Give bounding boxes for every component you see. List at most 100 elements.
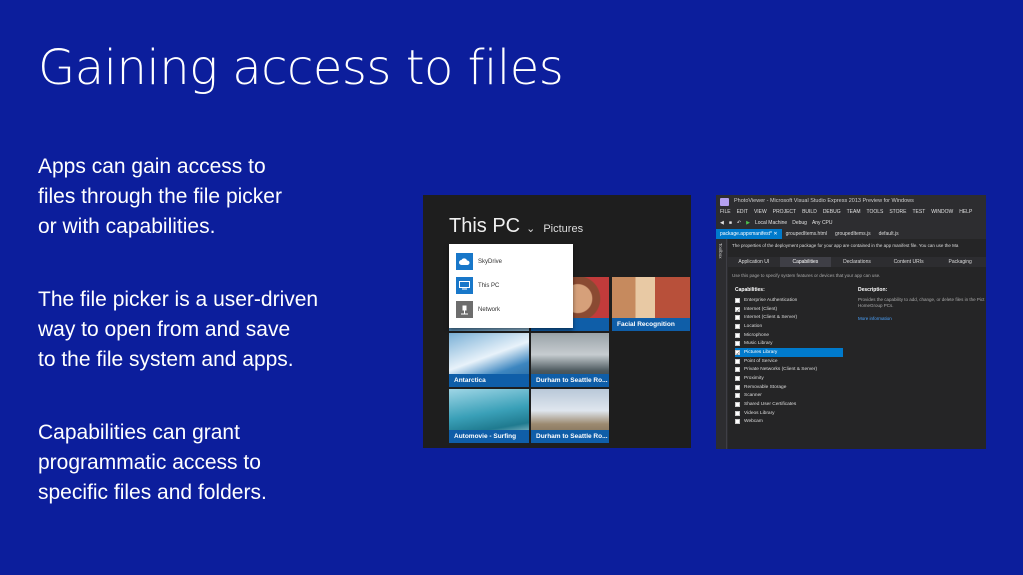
tab-package-appxmanifest[interactable]: package.appxmanifest* ✕ (716, 229, 782, 239)
tile-caption: Durham to Seattle Ro... (531, 374, 609, 387)
capability-item[interactable]: Location (735, 322, 843, 331)
capabilities-header: Capabilities: (735, 287, 765, 293)
platform-dropdown[interactable]: Any CPU (812, 220, 833, 226)
checkbox-checked[interactable]: ✓ (735, 349, 740, 356)
paragraph-line: or with capabilities. (38, 215, 216, 238)
capability-item[interactable]: Shared User Certificates (735, 400, 843, 409)
tab-declarations[interactable]: Declarations (831, 257, 883, 267)
vs-toolbar: ◀ ■ ↶ ▶ Local Machine Debug Any CPU (716, 218, 986, 228)
checkbox-unchecked[interactable] (735, 358, 740, 364)
capability-item[interactable]: Private Networks (Client & Server) (735, 366, 843, 375)
capability-item[interactable]: Point of Service (735, 357, 843, 366)
tab-content-uris[interactable]: Content URIs (883, 257, 935, 267)
menu-window[interactable]: WINDOW (931, 209, 953, 218)
run-target-dropdown[interactable]: Local Machine (755, 220, 787, 226)
tile-caption: Durham to Seattle Ro... (531, 430, 609, 443)
vs-menubar: FILE EDIT VIEW PROJECT BUILD DEBUG TEAM … (716, 209, 986, 218)
location-item-this-pc[interactable]: This PC (456, 277, 499, 294)
menu-test[interactable]: TEST (912, 209, 925, 218)
capability-label: Enterprise Authentication (744, 297, 798, 303)
configuration-dropdown[interactable]: Debug (792, 220, 807, 226)
tab-application-ui[interactable]: Application UI (728, 257, 780, 267)
save-icon[interactable]: ■ (729, 220, 732, 226)
menu-file[interactable]: FILE (720, 209, 731, 218)
menu-debug[interactable]: DEBUG (823, 209, 841, 218)
capability-item[interactable]: Internet (Client & Server) (735, 313, 843, 322)
tile-caption: Antarctica (449, 374, 529, 387)
checkbox-unchecked[interactable] (735, 323, 740, 329)
checkbox-unchecked[interactable] (735, 384, 740, 390)
menu-store[interactable]: STORE (889, 209, 906, 218)
tab-default-js[interactable]: default.js (875, 229, 903, 239)
capability-label: Location (744, 323, 763, 329)
capability-item[interactable]: Proximity (735, 374, 843, 383)
toolbox-strip[interactable] (716, 239, 727, 449)
location-label: Network (478, 306, 501, 313)
checkbox-unchecked[interactable] (735, 402, 740, 408)
menu-build[interactable]: BUILD (802, 209, 817, 218)
capability-item[interactable]: Microphone (735, 331, 843, 340)
checkbox-unchecked[interactable] (735, 419, 740, 425)
capability-item[interactable]: ✓ Internet (Client) (735, 305, 843, 314)
capabilities-list: Enterprise Authentication ✓ Internet (Clie… (735, 296, 843, 426)
checkbox-unchecked[interactable] (735, 332, 740, 338)
menu-tools[interactable]: TOOLS (866, 209, 883, 218)
checkbox-checked[interactable]: ✓ (735, 306, 740, 313)
picker-header[interactable]: This PC ⌄ Pictures (449, 215, 583, 238)
computer-icon (456, 277, 473, 294)
checkbox-unchecked[interactable] (735, 410, 740, 416)
undo-icon[interactable]: ↶ (737, 220, 741, 226)
close-icon[interactable]: ✕ (773, 231, 777, 237)
paragraph-capabilities: Capabilities can grant programmatic acce… (38, 418, 383, 508)
checkbox-unchecked[interactable] (735, 393, 740, 399)
toolbox-label[interactable]: Toolbox (718, 243, 723, 259)
menu-help[interactable]: HELP (959, 209, 972, 218)
checkbox-unchecked[interactable] (735, 376, 740, 382)
capability-item[interactable]: Scanner (735, 392, 843, 401)
menu-view[interactable]: VIEW (754, 209, 767, 218)
capability-label: Pictures Library (744, 349, 778, 355)
menu-team[interactable]: TEAM (847, 209, 861, 218)
picker-tile[interactable]: Automovie - Surfing (449, 389, 529, 443)
tab-groupeditems-js[interactable]: groupedItems.js (831, 229, 875, 239)
back-icon[interactable]: ◀ (720, 220, 724, 226)
checkbox-unchecked[interactable] (735, 315, 740, 321)
capability-label: Point of Service (744, 358, 778, 364)
capability-item[interactable]: Enterprise Authentication (735, 296, 843, 305)
checkbox-unchecked[interactable] (735, 367, 740, 373)
play-icon[interactable]: ▶ (746, 220, 750, 226)
tab-groupeditems-html[interactable]: groupedItems.html (782, 229, 831, 239)
capability-item[interactable]: Removable Storage (735, 383, 843, 392)
tab-packaging[interactable]: Packaging (934, 257, 986, 267)
network-icon (456, 301, 473, 318)
capability-label: Removable Storage (744, 384, 787, 390)
picker-tile[interactable]: Antarctica (449, 333, 529, 387)
location-dropdown: SkyDrive This PC Network (449, 244, 573, 328)
manifest-designer: The properties of the deployment package… (728, 239, 986, 449)
paragraph-line: specific files and folders. (38, 481, 267, 504)
capability-item[interactable]: Videos Library (735, 409, 843, 418)
menu-edit[interactable]: EDIT (737, 209, 748, 218)
tile-caption: Facial Recognition (612, 318, 690, 331)
picker-tile[interactable]: Durham to Seattle Ro... (531, 333, 609, 387)
capability-item[interactable]: ✓ Pictures Library (735, 348, 843, 357)
chevron-down-icon[interactable]: ⌄ (526, 222, 535, 235)
picker-breadcrumb[interactable]: Pictures (543, 223, 583, 235)
picker-tile[interactable]: Facial Recognition (612, 277, 690, 331)
checkbox-unchecked[interactable] (735, 341, 740, 347)
picker-location-title[interactable]: This PC (449, 215, 520, 238)
capability-item[interactable]: Webcam (735, 418, 843, 427)
more-information-link[interactable]: More information (858, 316, 892, 321)
location-item-skydrive[interactable]: SkyDrive (456, 253, 502, 270)
capability-label: Webcam (744, 419, 763, 425)
checkbox-unchecked[interactable] (735, 297, 740, 303)
picker-tile[interactable]: Durham to Seattle Ro... (531, 389, 609, 443)
location-item-network[interactable]: Network (456, 301, 500, 318)
tab-capabilities[interactable]: Capabilities (779, 257, 832, 267)
menu-project[interactable]: PROJECT (773, 209, 796, 218)
capability-item[interactable]: Music Library (735, 339, 843, 348)
slide-title: Gaining access to files (38, 40, 564, 96)
paragraph-file-picker: The file picker is a user-driven way to … (38, 285, 383, 375)
capability-label: Private Networks (Client & Server) (744, 367, 818, 373)
capability-label: Internet (Client) (744, 306, 778, 312)
